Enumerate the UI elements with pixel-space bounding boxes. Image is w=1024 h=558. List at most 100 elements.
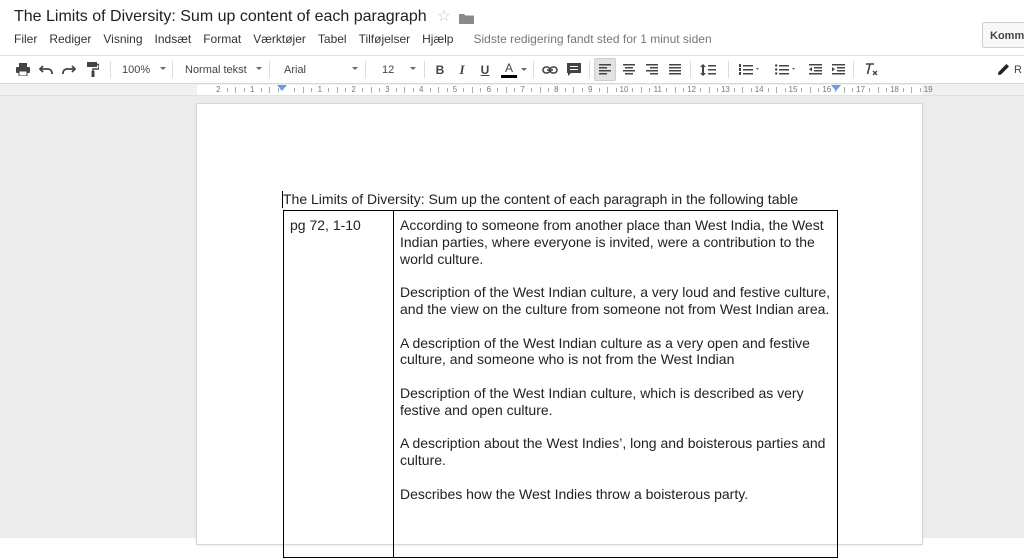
paint-format-icon[interactable]	[82, 56, 104, 83]
underline-button[interactable]: U	[475, 56, 495, 83]
menu-file[interactable]: Filer	[14, 32, 37, 46]
ruler[interactable]: 2 1 1 2 3 4 5 6 7 8 9 10 11 12 13 14 15 16 17 18 19	[197, 85, 933, 95]
ruler-label: 9	[587, 85, 593, 94]
comments-button[interactable]: Kommentarer	[982, 22, 1024, 48]
ruler-label: 2	[216, 85, 221, 94]
ruler-label: 5	[452, 85, 458, 94]
ruler-tick	[674, 87, 676, 93]
ruler-tick	[733, 88, 735, 92]
ruler-tick	[919, 88, 921, 92]
toolbar-separator	[172, 61, 173, 78]
folder-icon[interactable]	[459, 13, 474, 24]
text-color-button[interactable]: A	[497, 56, 521, 83]
comment-icon[interactable]	[563, 56, 585, 83]
right-indent-marker[interactable]	[831, 85, 841, 91]
menu-view[interactable]: Visning	[103, 32, 142, 46]
ruler-label: 17	[856, 85, 866, 94]
summary-paragraph: Description of the West Indian culture, …	[400, 384, 804, 418]
ruler-tick	[843, 87, 845, 93]
ruler-tick	[801, 88, 803, 92]
menu-edit[interactable]: Rediger	[49, 32, 91, 46]
style-value: Normal tekst	[185, 63, 247, 76]
ruler-tick	[243, 88, 245, 92]
document-heading[interactable]: The Limits of Diversity: Sum up the cont…	[283, 191, 798, 207]
ruler-tick	[302, 87, 304, 93]
ruler-label: 15	[788, 85, 798, 94]
chevron-down-icon	[410, 67, 416, 70]
menu-format[interactable]: Format	[203, 32, 241, 46]
cell-label-text: pg 72, 1-10	[290, 217, 361, 233]
ruler-tick	[412, 88, 414, 92]
ruler-label: 10	[619, 85, 629, 94]
ruler-tick	[640, 87, 642, 93]
ruler-tick	[294, 88, 296, 92]
toolbar-separator	[110, 61, 111, 78]
chevron-down-icon	[352, 67, 358, 70]
ruler-tick	[742, 87, 744, 93]
menu-insert[interactable]: Indsæt	[155, 32, 192, 46]
last-edit-status[interactable]: Sidste redigering fandt sted for 1 minut…	[473, 32, 711, 46]
link-icon[interactable]	[538, 56, 562, 83]
menu-addons[interactable]: Tilføjelser	[359, 32, 411, 46]
editing-mode-label[interactable]: R	[1014, 56, 1024, 83]
ruler-tick	[784, 88, 786, 92]
font-size-value: 12	[382, 63, 395, 76]
align-justify-icon[interactable]	[664, 56, 686, 83]
toolbar-separator	[728, 61, 729, 78]
ruler-tick	[818, 88, 820, 92]
ruler-tick	[581, 88, 583, 92]
ruler-tick	[632, 88, 634, 92]
left-indent-marker[interactable]	[277, 85, 287, 91]
undo-icon[interactable]	[35, 56, 57, 83]
zoom-value: 100%	[122, 63, 151, 76]
ruler-label: 2	[351, 85, 356, 94]
ruler-tick	[362, 88, 364, 92]
ruler-tick	[438, 87, 440, 93]
ruler-tick	[852, 88, 854, 92]
ruler-tick	[776, 87, 778, 93]
ruler-tick	[336, 87, 338, 93]
table-cell-label[interactable]: pg 72, 1-10	[283, 210, 394, 558]
summary-paragraph: A description of the West Indian culture…	[400, 334, 810, 368]
clear-formatting-icon[interactable]	[860, 56, 882, 83]
redo-icon[interactable]	[58, 56, 80, 83]
pencil-icon[interactable]	[992, 56, 1014, 83]
style-dropdown[interactable]: Normal tekst	[176, 56, 266, 83]
print-icon[interactable]	[12, 56, 34, 83]
toolbar: 100% Normal tekst Arial 12 B I U A R	[0, 55, 1024, 84]
decrease-indent-icon[interactable]	[804, 56, 826, 83]
star-icon[interactable]: ☆	[437, 9, 451, 25]
ruler-tick	[226, 88, 228, 92]
italic-button[interactable]: I	[452, 56, 472, 83]
bulleted-list-icon[interactable]	[770, 56, 802, 83]
ruler-tick	[716, 88, 718, 92]
align-right-icon[interactable]	[641, 56, 663, 83]
numbered-list-icon[interactable]	[734, 56, 766, 83]
align-center-icon[interactable]	[618, 56, 640, 83]
ruler-label: 12	[687, 85, 697, 94]
toolbar-separator	[853, 61, 854, 78]
font-value: Arial	[284, 63, 307, 76]
font-dropdown[interactable]: Arial	[274, 56, 362, 83]
table-cell-summaries[interactable]: According to someone from another place …	[393, 210, 838, 558]
text-color-dropdown[interactable]	[520, 56, 528, 83]
ruler-tick	[471, 87, 473, 93]
menu-tools[interactable]: Værktøjer	[253, 32, 306, 46]
menu-help[interactable]: Hjælp	[422, 32, 453, 46]
line-spacing-icon[interactable]	[695, 56, 723, 83]
ruler-tick	[260, 88, 262, 92]
align-left-icon[interactable]	[594, 58, 616, 81]
ruler-label: 1	[249, 85, 255, 94]
ruler-label: 19	[923, 85, 933, 94]
zoom-dropdown[interactable]: 100%	[114, 56, 170, 83]
ruler-label: 1	[317, 85, 323, 94]
font-size-dropdown[interactable]: 12	[370, 56, 420, 83]
document-title[interactable]: The Limits of Diversity: Sum up content …	[14, 7, 427, 27]
menu-table[interactable]: Tabel	[318, 32, 347, 46]
increase-indent-icon[interactable]	[827, 56, 849, 83]
ruler-label: 11	[653, 85, 662, 94]
ruler-tick	[547, 88, 549, 92]
bold-button[interactable]: B	[430, 56, 450, 83]
toolbar-separator	[365, 61, 366, 78]
ruler-tick	[767, 88, 769, 92]
